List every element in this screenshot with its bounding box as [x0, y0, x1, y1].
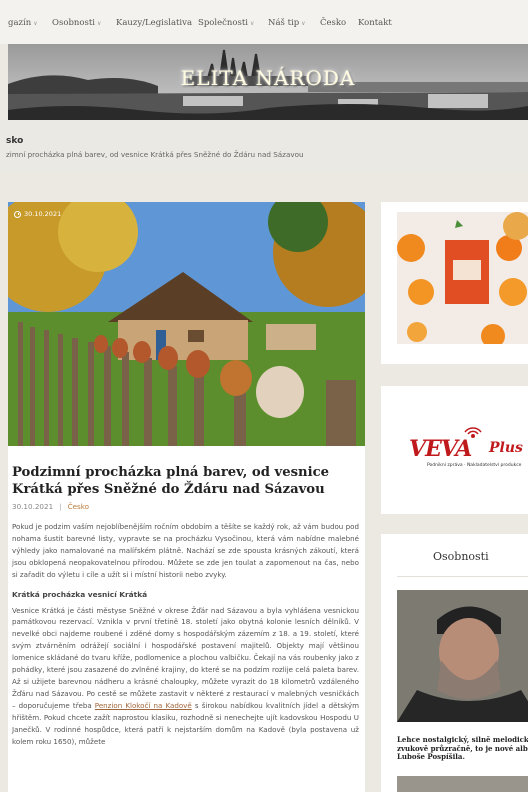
article-category-link[interactable]: Česko [68, 502, 90, 511]
image-date: 30.10.2021 [14, 210, 61, 218]
portrait-caption[interactable]: Lehce nostalgický, silně melodický a zvu… [397, 735, 528, 762]
clock-icon [14, 210, 21, 218]
tea-photo [397, 212, 528, 344]
nav-item-osobnosti[interactable]: Osobnosti ∨ [52, 18, 101, 28]
article-card: 30.10.2021 Podzimní procházka plná barev… [8, 202, 365, 792]
header-banner[interactable]: ELITA NÁRODA [8, 44, 528, 120]
nav-item-cesko[interactable]: Česko [320, 18, 346, 28]
nav-item-spolecnosti[interactable]: Společnosti ∨ [198, 18, 254, 28]
article-intro: Pokud je podzim vaším nejoblíbenějším ro… [12, 522, 359, 579]
chevron-down-icon: ∨ [33, 20, 38, 27]
tea-advert-image[interactable] [397, 212, 528, 344]
article-title[interactable]: Podzimní procházka plná barev, od vesnic… [12, 464, 342, 498]
chevron-down-icon: ∨ [249, 20, 255, 27]
man-portrait [397, 590, 528, 722]
article-date: 30.10.2021 [12, 502, 54, 511]
village-photo [8, 202, 365, 446]
site-title[interactable]: ELITA NÁRODA [8, 66, 528, 90]
chevron-down-icon: ∨ [96, 20, 102, 27]
category-heading: sko [6, 136, 24, 146]
article-body: Podzimní procházka plná barev, od vesnic… [8, 446, 365, 747]
page: gazín ∨ Osobnosti ∨ Kauzy/Legislativa Spol… [0, 0, 528, 792]
nav-item-nas-tip[interactable]: Náš tip ∨ [268, 18, 306, 28]
article-image[interactable]: 30.10.2021 [8, 202, 365, 446]
chevron-down-icon: ∨ [301, 20, 306, 27]
sidebar-ad-veva: VEVA Plus Podnikní zpráva · Nakladatelst… [381, 386, 528, 514]
sidebar-osobnosti: Osobnosti Lehce nostalgický, silně melod… [381, 534, 528, 792]
nav-item-kauzy[interactable]: Kauzy/Legislativa [116, 18, 192, 28]
nav-item-kontakt[interactable]: Kontakt [358, 18, 392, 28]
signal-waves-icon [464, 427, 482, 438]
widget-title: Osobnosti [433, 550, 489, 563]
nav-item-magazin[interactable]: gazín ∨ [8, 18, 38, 28]
portrait-image[interactable] [397, 590, 528, 722]
top-navigation: gazín ∨ Osobnosti ∨ Kauzy/Legislativa Spol… [0, 0, 528, 44]
veva-plus-logo[interactable]: VEVA Plus Podnikní zpráva · Nakladatelst… [409, 427, 528, 472]
breadcrumb-path: zimní procházka plná barev, od vesnice K… [6, 150, 304, 159]
divider [397, 576, 528, 577]
penzion-link[interactable]: Penzion Klokočí na Kadově [95, 701, 192, 710]
article-subheading: Krátká procházka vesnicí Krátká [12, 589, 148, 599]
article-meta: 30.10.2021 | Česko [12, 502, 90, 511]
next-article-thumbnail[interactable] [397, 776, 528, 792]
sidebar-ad-tea [381, 202, 528, 364]
article-paragraph: Vesnice Krátká je části městyse Sněžné v… [12, 605, 359, 746]
breadcrumb: sko zimní procházka plná barev, od vesni… [0, 120, 528, 172]
